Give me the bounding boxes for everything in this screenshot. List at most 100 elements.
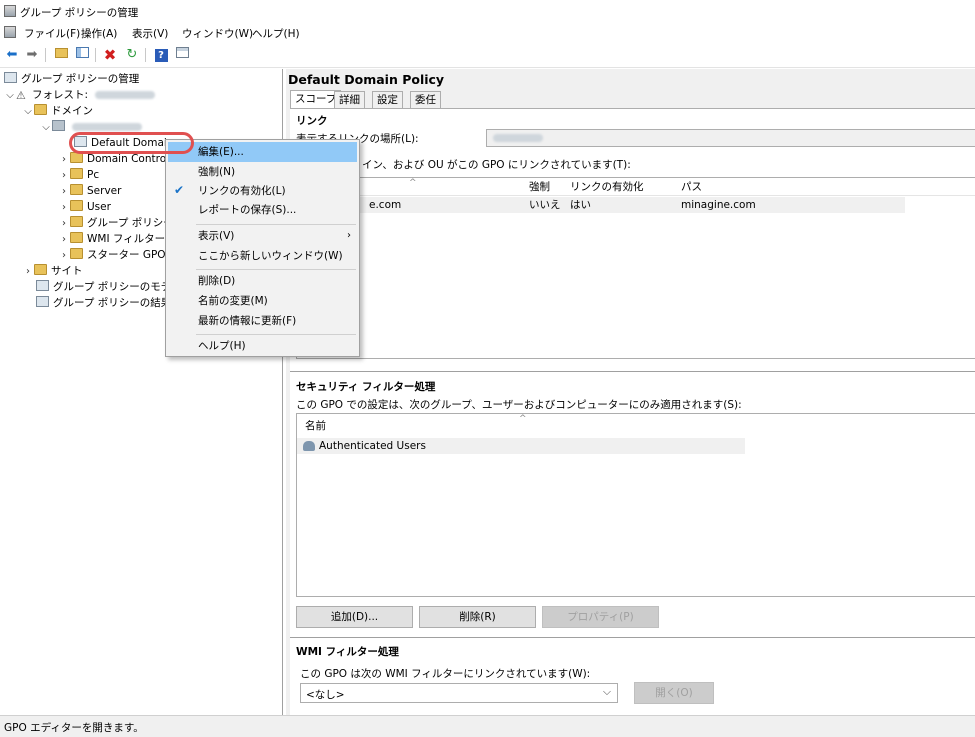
- menu-window[interactable]: ウィンドウ(W): [182, 26, 253, 41]
- properties-button[interactable]: プロパティ(P): [542, 606, 659, 628]
- back-arrow-icon[interactable]: ⬅: [3, 46, 21, 64]
- toolbar-separator: [45, 48, 46, 62]
- folder-up-icon[interactable]: [52, 46, 70, 64]
- results-icon: [36, 296, 49, 307]
- chevron-right-icon[interactable]: ›: [58, 200, 70, 216]
- gpmc-app-icon: [4, 5, 16, 17]
- tree-node-wmi-filters[interactable]: › WMI フィルター: [58, 231, 165, 247]
- column-enforced[interactable]: 強制: [529, 178, 550, 196]
- modeling-icon: [36, 280, 49, 291]
- column-link-enabled[interactable]: リンクの有効化: [570, 178, 644, 196]
- tree-node-label: WMI フィルター: [87, 233, 166, 245]
- menu-item-new-window[interactable]: ここから新しいウィンドウ(W): [168, 246, 357, 266]
- cell-enabled: はい: [570, 199, 591, 211]
- tree-node-label: グループ ポリシーの結果: [53, 297, 172, 309]
- tree-node-label: Pc: [87, 169, 100, 181]
- forest-icon: ⚠: [16, 89, 26, 102]
- chevron-down-icon[interactable]: ⌵: [4, 88, 16, 104]
- show-hide-icon[interactable]: [173, 46, 191, 64]
- tree-node-label: フォレスト:: [32, 89, 89, 101]
- tab-details[interactable]: 詳細: [334, 91, 365, 108]
- tree-node-sites[interactable]: › サイト: [22, 263, 83, 279]
- wmi-folder-icon: [70, 232, 83, 243]
- menu-item-delete[interactable]: 削除(D): [168, 271, 357, 291]
- chevron-right-icon[interactable]: ›: [58, 152, 70, 168]
- tree-node-label: Server: [87, 185, 122, 197]
- tree-node-ou[interactable]: › Pc: [58, 167, 99, 183]
- chevron-down-icon[interactable]: ⌵: [603, 686, 611, 699]
- tree-node-forest[interactable]: ⌵ ⚠ フォレスト:: [4, 87, 156, 104]
- wmi-section-title: WMI フィルター処理: [296, 646, 399, 658]
- column-path[interactable]: パス: [681, 178, 702, 196]
- redacted-text: [72, 123, 143, 131]
- title-bar: グループ ポリシーの管理: [0, 0, 975, 22]
- tree-node-gpo-objects[interactable]: › グループ ポリシー: [58, 215, 174, 231]
- section-divider: [290, 371, 975, 372]
- remove-button[interactable]: 削除(R): [419, 606, 536, 628]
- user-group-icon: [303, 441, 315, 451]
- domains-folder-icon: [34, 104, 47, 115]
- menu-file[interactable]: ファイル(F): [24, 26, 80, 41]
- tree-node-label: グループ ポリシーの管理: [21, 73, 140, 85]
- tree-node-label: グループ ポリシーのモデル: [53, 281, 166, 293]
- help-icon[interactable]: ?: [152, 46, 170, 64]
- toolbar-separator: [95, 48, 96, 62]
- chevron-right-icon[interactable]: ›: [58, 168, 70, 184]
- starter-gpo-folder-icon: [70, 248, 83, 259]
- chevron-down-icon[interactable]: ⌵: [22, 104, 34, 120]
- forward-arrow-icon[interactable]: ➡: [23, 46, 41, 64]
- open-button[interactable]: 開く(O): [634, 682, 714, 704]
- details-pane: Default Domain Policy スコープ 詳細 設定 委任 リンク …: [286, 69, 975, 715]
- links-location-dropdown[interactable]: [486, 129, 975, 147]
- links-list-header: ^ 強制 リンクの有効化 パス: [297, 178, 975, 196]
- system-menu-icon[interactable]: [4, 26, 16, 38]
- tree-node-label: User: [87, 201, 111, 213]
- ou-folder-icon: [70, 168, 83, 179]
- sites-folder-icon: [34, 264, 47, 275]
- menu-item-view[interactable]: 表示(V): [168, 226, 357, 246]
- tree-node-domains[interactable]: ⌵ ドメイン: [22, 103, 93, 119]
- tab-delegation[interactable]: 委任: [410, 91, 441, 108]
- security-list[interactable]: ^ 名前 Authenticated Users: [296, 413, 975, 597]
- menu-separator: [196, 224, 356, 225]
- tab-settings[interactable]: 設定: [372, 91, 403, 108]
- tree-node-root[interactable]: グループ ポリシーの管理: [4, 71, 139, 87]
- menu-item-rename[interactable]: 名前の変更(M): [168, 291, 357, 311]
- tree-node-ou[interactable]: › Server: [58, 183, 121, 199]
- chevron-down-icon[interactable]: ⌵: [40, 120, 52, 136]
- menu-item-save-report[interactable]: レポートの保存(S)...: [168, 200, 357, 220]
- refresh-icon[interactable]: ↻: [123, 46, 141, 64]
- tree-node-ou[interactable]: › User: [58, 199, 111, 215]
- delete-icon[interactable]: ✖: [101, 46, 119, 64]
- menu-action[interactable]: 操作(A): [81, 26, 117, 41]
- menu-item-enforce[interactable]: 強制(N): [168, 162, 357, 182]
- menu-item-refresh[interactable]: 最新の情報に更新(F): [168, 311, 357, 331]
- tree-node-label: Domain Contro: [87, 153, 167, 165]
- chevron-right-icon[interactable]: ›: [58, 184, 70, 200]
- menu-help[interactable]: ヘルプ(H): [252, 26, 300, 41]
- chevron-right-icon[interactable]: ›: [22, 264, 34, 280]
- list-item[interactable]: Authenticated Users: [297, 438, 745, 454]
- column-name[interactable]: 名前: [305, 417, 326, 435]
- chevron-right-icon[interactable]: ›: [58, 248, 70, 264]
- menu-bar: ファイル(F) 操作(A) 表示(V) ウィンドウ(W) ヘルプ(H): [0, 22, 975, 42]
- console-tree-icon[interactable]: [73, 46, 91, 64]
- wmi-description: この GPO は次の WMI フィルターにリンクされています(W):: [300, 668, 591, 680]
- chevron-right-icon[interactable]: ›: [58, 216, 70, 232]
- links-list[interactable]: ^ 強制 リンクの有効化 パス e.com いいえ はい minagine.co…: [296, 177, 975, 359]
- tree-node-results[interactable]: グループ ポリシーの結果: [36, 295, 171, 311]
- menu-item-edit[interactable]: 編集(E)...: [168, 142, 357, 162]
- menu-view[interactable]: 表示(V): [132, 26, 168, 41]
- tree-node-starter-gpo[interactable]: › スターター GPO: [58, 247, 166, 263]
- menu-item-link-enabled[interactable]: リンクの有効化(L): [168, 181, 357, 201]
- wmi-filter-select[interactable]: <なし> ⌵: [300, 683, 618, 703]
- highlight-annotation: [69, 132, 194, 154]
- toolbar-separator: [145, 48, 146, 62]
- links-section-title: リンク: [296, 115, 328, 127]
- add-button[interactable]: 追加(D)...: [296, 606, 413, 628]
- table-row[interactable]: e.com いいえ はい minagine.com: [297, 197, 905, 213]
- sort-caret-icon: ^: [409, 178, 417, 188]
- tree-node-modeling[interactable]: グループ ポリシーのモデル: [36, 279, 166, 295]
- chevron-right-icon[interactable]: ›: [58, 232, 70, 248]
- menu-item-help[interactable]: ヘルプ(H): [168, 336, 357, 356]
